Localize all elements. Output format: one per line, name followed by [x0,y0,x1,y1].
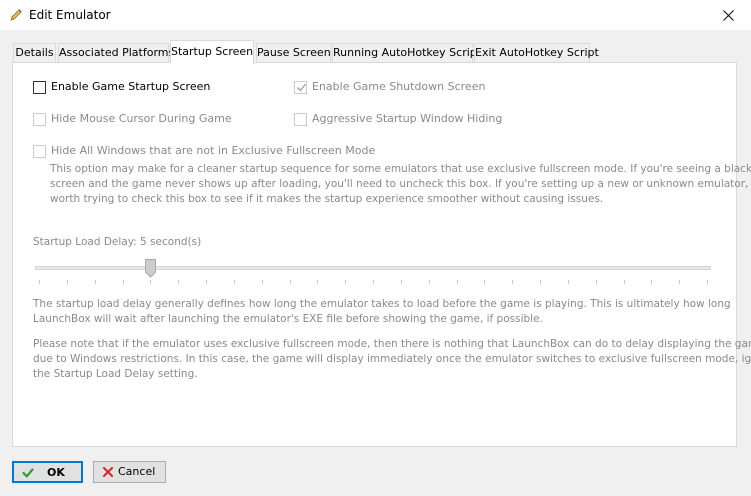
tab-pause-screen[interactable]: Pause Screen [256,43,331,63]
description-line: screen and the game never shows up after… [50,178,751,190]
checkbox-box [294,113,307,126]
slider-tick [345,280,346,284]
slider-tick [234,280,235,284]
slider-tick [262,280,263,284]
x-icon [102,466,114,478]
tab-associated-platforms[interactable]: Associated Platforms [58,43,174,63]
description-line: This option may make for a cleaner start… [50,163,751,175]
slider-tick [290,280,291,284]
slider-tick [512,280,513,284]
description-line: LaunchBox will wait after launching the … [33,313,543,325]
hide-windows-description: This option may make for a cleaner start… [50,162,751,207]
checkmark-icon [22,468,34,478]
tab-startup-screen[interactable]: Startup Screen [170,40,254,64]
slider-tick [178,280,179,284]
checkbox-box [294,81,307,94]
slider-tick [651,280,652,284]
description-line: The startup load delay generally defines… [33,298,731,310]
tab-details[interactable]: Details [13,43,56,63]
description-line: the Startup Load Delay setting. [33,368,198,380]
description-line: Please note that if the emulator uses ex… [33,338,751,350]
slider-tick [206,280,207,284]
slider-tick [150,280,151,284]
window-title: Edit Emulator [29,8,111,22]
delay-description-1: The startup load delay generally defines… [33,297,731,327]
load-delay-label: Startup Load Delay: 5 second(s) [33,236,202,248]
cancel-label: Cancel [118,465,156,478]
slider-tick [39,280,40,284]
startup-screen-panel: Enable Game Startup Screen Enable Game S… [12,62,751,447]
close-button[interactable] [705,0,751,30]
close-icon [722,9,734,21]
pencil-icon [10,9,22,21]
checkmark-icon [297,83,307,92]
checkbox-box[interactable] [33,81,46,94]
cancel-button[interactable]: Cancel [93,461,166,483]
ok-button[interactable]: OK [12,461,83,483]
slider-tick [679,280,680,284]
delay-description-2: Please note that if the emulator uses ex… [33,337,751,382]
slider-tick [373,280,374,284]
checkbox-label: Aggressive Startup Window Hiding [312,112,503,125]
description-line: due to Windows restrictions. In this cas… [33,353,751,365]
slider-tick [95,280,96,284]
slider-tick [317,280,318,284]
tab-exit-autohotkey-script[interactable]: Exit AutoHotkey Script [474,43,599,63]
slider-tick [401,280,402,284]
slider-ticks [35,280,711,285]
slider-tick [540,280,541,284]
slider-tick [67,280,68,284]
slider-tick [624,280,625,284]
ok-label: OK [47,466,65,479]
checkbox-box [33,145,46,158]
slider-tick [123,280,124,284]
checkbox-label: Enable Game Shutdown Screen [312,80,486,93]
title-bar: Edit Emulator [0,0,751,30]
slider-tick [568,280,569,284]
load-delay-slider-thumb[interactable] [145,259,156,278]
slider-tick [429,280,430,284]
slider-tick [484,280,485,284]
tab-running-autohotkey-script[interactable]: Running AutoHotkey Script [332,43,481,63]
description-line: worth trying to check this box to see if… [50,193,604,205]
slider-tick [707,280,708,284]
checkbox-label: Hide All Windows that are not in Exclusi… [51,144,376,157]
checkbox-box [33,113,46,126]
checkbox-label: Hide Mouse Cursor During Game [51,112,232,125]
slider-tick [457,280,458,284]
slider-tick [596,280,597,284]
checkbox-label: Enable Game Startup Screen [51,80,211,93]
load-delay-slider-track[interactable] [35,266,711,270]
